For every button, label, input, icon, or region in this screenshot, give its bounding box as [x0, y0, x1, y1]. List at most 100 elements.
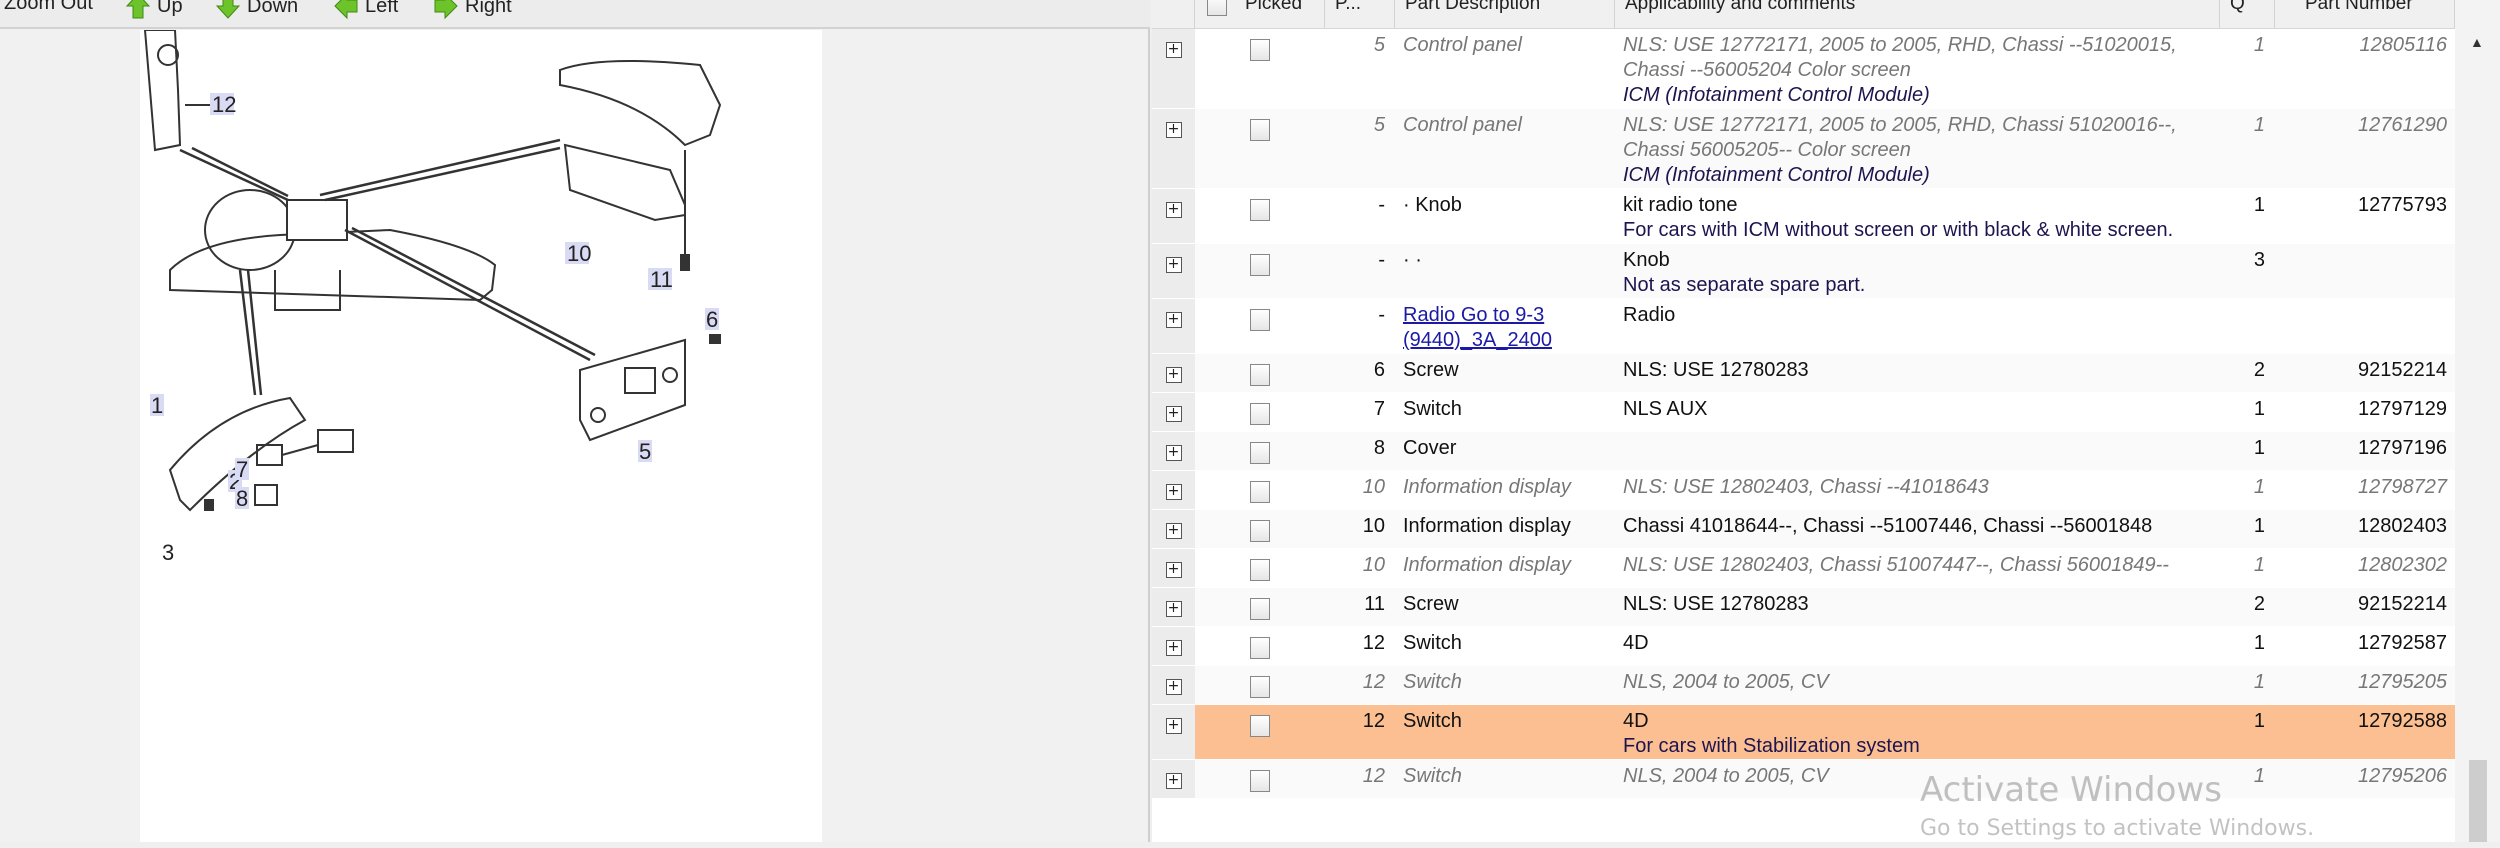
- pan-right-button[interactable]: Right: [433, 0, 512, 20]
- description-text: Information display: [1403, 554, 1571, 576]
- header-quantity[interactable]: Q: [2220, 0, 2275, 28]
- row-expander[interactable]: +: [1152, 510, 1195, 548]
- row-expander[interactable]: +: [1152, 393, 1195, 431]
- picked-checkbox[interactable]: [1250, 715, 1270, 737]
- pan-up-button[interactable]: Up: [125, 0, 183, 20]
- row-expander[interactable]: +: [1152, 299, 1195, 353]
- row-expander[interactable]: +: [1152, 471, 1195, 509]
- row-expander[interactable]: +: [1152, 549, 1195, 587]
- expand-plus-icon[interactable]: +: [1165, 523, 1182, 539]
- table-row[interactable]: +10 Information display Chassi 41018644--,…: [1152, 510, 2455, 549]
- expand-plus-icon[interactable]: +: [1165, 406, 1182, 422]
- table-row[interactable]: +12 Switch 4D For cars with Stabilization s…: [1152, 705, 2455, 760]
- picked-checkbox[interactable]: [1250, 442, 1270, 464]
- header-description[interactable]: Part Description: [1395, 0, 1615, 28]
- picked-checkbox[interactable]: [1250, 559, 1270, 581]
- pan-left-button[interactable]: Left: [333, 0, 398, 20]
- table-row[interactable]: +6 Screw NLS: USE 12780283 2 92152214: [1152, 354, 2455, 393]
- callout-1[interactable]: 1: [151, 393, 163, 418]
- expand-plus-icon[interactable]: +: [1165, 367, 1182, 383]
- table-row[interactable]: +11 Screw NLS: USE 12780283 2 92152214: [1152, 588, 2455, 627]
- picked-checkbox[interactable]: [1250, 309, 1270, 331]
- applicability-text: kit radio tone: [1623, 194, 1738, 216]
- picked-checkbox[interactable]: [1250, 481, 1270, 503]
- expand-plus-icon[interactable]: +: [1165, 640, 1182, 656]
- row-expander[interactable]: +: [1152, 29, 1195, 108]
- picked-checkbox[interactable]: [1250, 598, 1270, 620]
- table-row[interactable]: +10 Information display NLS: USE 12802403,…: [1152, 549, 2455, 588]
- callout-8[interactable]: 8: [236, 486, 248, 511]
- table-row[interactable]: + - · · Knob Not as separate spare part. 3: [1152, 244, 2455, 299]
- header-part-number[interactable]: Part Number: [2275, 0, 2455, 28]
- picked-checkbox[interactable]: [1250, 676, 1270, 698]
- row-expander[interactable]: +: [1152, 432, 1195, 470]
- expand-plus-icon[interactable]: +: [1165, 562, 1182, 578]
- quantity-cell: 2: [2253, 593, 2265, 615]
- row-expander[interactable]: +: [1152, 705, 1195, 759]
- pan-down-button[interactable]: Down: [215, 0, 298, 20]
- callout-11[interactable]: 11: [650, 267, 673, 292]
- part-number-cell: 12795206: [2358, 765, 2447, 787]
- table-row[interactable]: +12 Switch 4D 1 12792587: [1152, 627, 2455, 666]
- callout-3[interactable]: 3: [162, 540, 174, 565]
- picked-checkbox[interactable]: [1250, 770, 1270, 792]
- part-number-cell: [2275, 303, 2455, 353]
- callout-6[interactable]: 6: [706, 307, 718, 332]
- picked-checkbox[interactable]: [1250, 637, 1270, 659]
- table-row[interactable]: + - · Knob kit radio tone For cars with ICM …: [1152, 189, 2455, 244]
- expand-plus-icon[interactable]: +: [1165, 601, 1182, 617]
- table-row[interactable]: +12 Switch NLS, 2004 to 2005, CV 1 12795205: [1152, 666, 2455, 705]
- parts-diagram[interactable]: 12 10 11 6 1 2 5 7 8 3: [140, 29, 822, 842]
- header-expand: [1152, 0, 1195, 28]
- picked-checkbox[interactable]: [1250, 119, 1270, 141]
- callout-7[interactable]: 7: [236, 457, 248, 482]
- picked-checkbox[interactable]: [1250, 39, 1270, 61]
- expand-plus-icon[interactable]: +: [1165, 484, 1182, 500]
- expand-plus-icon[interactable]: +: [1165, 257, 1182, 273]
- quantity-cell: 1: [2253, 437, 2265, 459]
- expand-plus-icon[interactable]: +: [1165, 42, 1182, 58]
- picked-checkbox[interactable]: [1250, 199, 1270, 221]
- callout-5[interactable]: 5: [639, 439, 651, 464]
- row-expander[interactable]: +: [1152, 189, 1195, 243]
- header-applicability[interactable]: Applicability and comments: [1615, 0, 2220, 28]
- row-expander[interactable]: +: [1152, 760, 1195, 798]
- picked-checkbox[interactable]: [1250, 520, 1270, 542]
- scroll-up-icon[interactable]: ▲: [2470, 34, 2484, 50]
- parts-table-body: +5 Control panel NLS: USE 12772171, 2005 t…: [1152, 29, 2455, 799]
- radio-link[interactable]: Radio Go to 9-3 (9440)_3A_2400: [1403, 304, 1552, 351]
- expand-plus-icon[interactable]: +: [1165, 445, 1182, 461]
- callout-10[interactable]: 10: [567, 241, 591, 266]
- expand-plus-icon[interactable]: +: [1165, 718, 1182, 734]
- select-all-checkbox[interactable]: [1207, 0, 1227, 16]
- row-expander[interactable]: +: [1152, 666, 1195, 704]
- zoom-out-button[interactable]: Zoom Out: [4, 0, 93, 15]
- table-row[interactable]: + - Radio Go to 9-3 (9440)_3A_2400 Radio: [1152, 299, 2455, 354]
- table-row[interactable]: +12 Switch NLS, 2004 to 2005, CV 1 12795206: [1152, 760, 2455, 799]
- callout-12[interactable]: 12: [212, 92, 236, 117]
- scrollbar-thumb[interactable]: [2469, 760, 2487, 842]
- expand-plus-icon[interactable]: +: [1165, 773, 1182, 789]
- table-row[interactable]: +5 Control panel NLS: USE 12772171, 2005 t…: [1152, 29, 2455, 109]
- table-row[interactable]: +5 Control panel NLS: USE 12772171, 2005 t…: [1152, 109, 2455, 189]
- expand-plus-icon[interactable]: +: [1165, 312, 1182, 328]
- expand-plus-icon[interactable]: +: [1165, 202, 1182, 218]
- row-expander[interactable]: +: [1152, 588, 1195, 626]
- expand-plus-icon[interactable]: +: [1165, 679, 1182, 695]
- table-row[interactable]: +10 Information display NLS: USE 12802403,…: [1152, 471, 2455, 510]
- row-expander[interactable]: +: [1152, 109, 1195, 188]
- header-position[interactable]: P...: [1325, 0, 1395, 28]
- vertical-scrollbar[interactable]: ▲: [2455, 0, 2500, 842]
- row-expander[interactable]: +: [1152, 354, 1195, 392]
- row-expander[interactable]: +: [1152, 244, 1195, 298]
- picked-checkbox[interactable]: [1250, 254, 1270, 276]
- picked-checkbox[interactable]: [1250, 364, 1270, 386]
- table-row[interactable]: +7 Switch NLS AUX 1 12797129: [1152, 393, 2455, 432]
- table-row[interactable]: +8 Cover 1 12797196: [1152, 432, 2455, 471]
- row-expander[interactable]: +: [1152, 627, 1195, 665]
- header-picked[interactable]: Picked: [1195, 0, 1325, 28]
- picked-checkbox[interactable]: [1250, 403, 1270, 425]
- expand-plus-icon[interactable]: +: [1165, 122, 1182, 138]
- description-cell: Screw: [1395, 592, 1615, 626]
- quantity-cell: 1: [2253, 632, 2265, 654]
